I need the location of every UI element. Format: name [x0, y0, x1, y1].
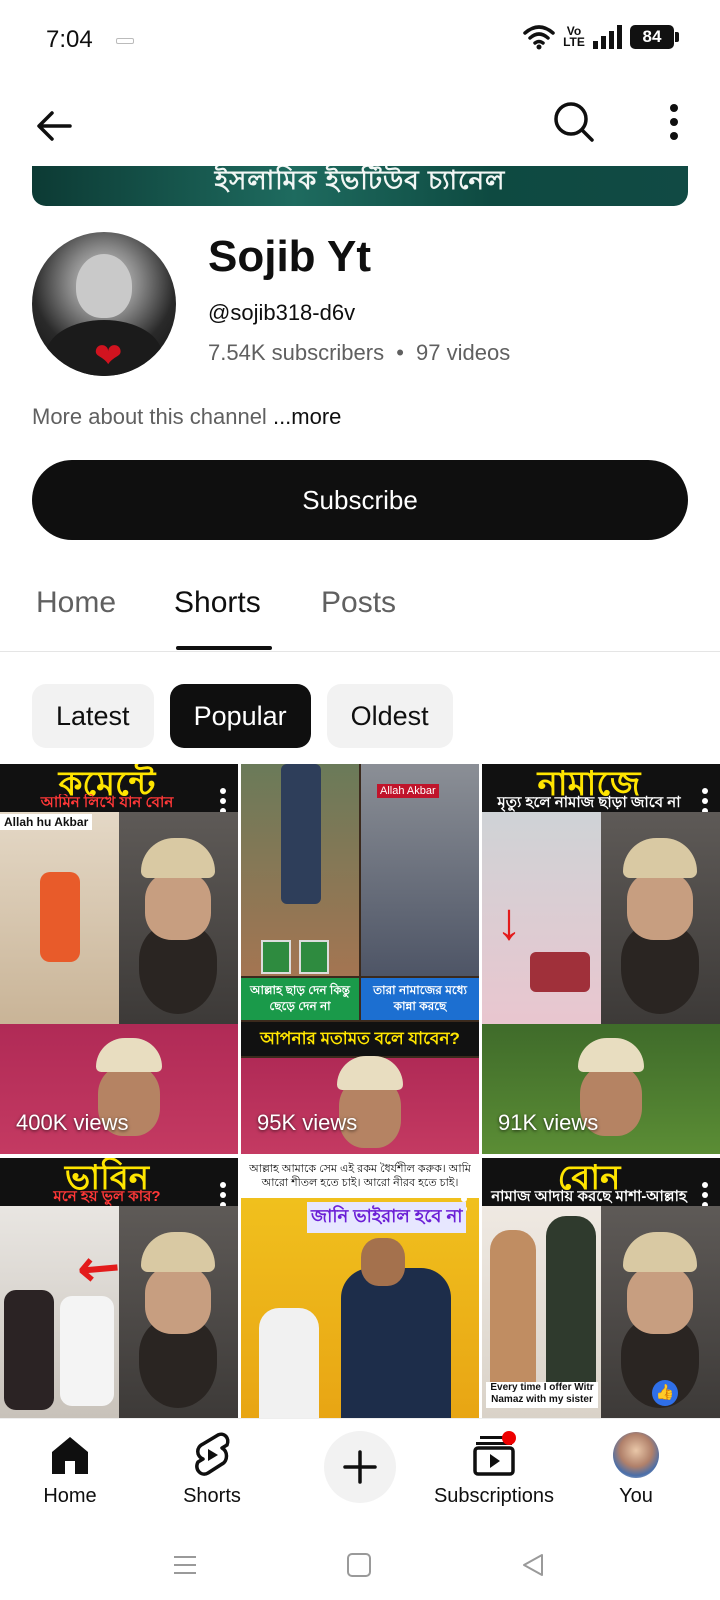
shorts-grid: কমেন্টে আমিন লিখে যান বোন Allah hu Akbar…	[0, 764, 720, 1418]
nav-shorts-label: Shorts	[183, 1485, 241, 1507]
short-subline: জানি ভাইরাল হবে না	[307, 1201, 467, 1233]
short-caption: Allah hu Akbar	[0, 814, 93, 830]
short-tile[interactable]: বোন নামাজ আদায় করছে মাশা-আল্লাহ Every t…	[482, 1157, 720, 1418]
nav-home[interactable]: Home	[0, 1427, 140, 1508]
video-count: 97 videos	[416, 340, 511, 365]
short-tile[interactable]: আল্লাহ আমাকে সেম এই রকম ধৈর্যশীল করুক। আ…	[241, 1157, 479, 1418]
short-tile[interactable]: Allah Akbar আল্লাহ ছাড় দেন কিন্তু ছেড়ে…	[241, 764, 479, 1154]
nav-you-label: You	[619, 1485, 653, 1507]
channel-banner[interactable]: ইসলামিক ইভটিউব চ্যানেল	[32, 166, 688, 206]
chip-latest[interactable]: Latest	[32, 684, 154, 748]
active-tab-indicator	[176, 646, 272, 650]
nav-home-label: Home	[43, 1485, 97, 1507]
chip-popular[interactable]: Popular	[169, 684, 311, 748]
more-about-channel[interactable]: More about this channel ...more	[32, 404, 341, 430]
short-band-left: আল্লাহ ছাড় দেন কিন্তু ছেড়ে দেন না	[241, 978, 359, 1020]
short-views: 91K views	[498, 1110, 599, 1135]
channel-name: Sojib Yt	[208, 232, 371, 281]
nav-subscriptions[interactable]: Subscriptions	[424, 1427, 564, 1508]
back-button[interactable]	[30, 102, 78, 150]
nav-you[interactable]: You	[566, 1427, 706, 1508]
profile-avatar-icon	[613, 1432, 659, 1478]
more-link[interactable]: ...more	[273, 404, 341, 429]
short-views: 400K views	[16, 1110, 129, 1135]
short-subline: আমিন লিখে যান বোন	[40, 794, 174, 811]
channel-handle: @sojib318-d6v	[208, 300, 356, 325]
red-arrow-icon: ↓	[496, 893, 522, 951]
short-tile[interactable]: ভাবিন মনে হয় ভুল কার? ↙	[0, 1157, 238, 1418]
status-time: 7:04	[46, 26, 93, 53]
search-button[interactable]	[550, 98, 598, 146]
battery-icon: 84	[630, 25, 679, 49]
create-button[interactable]	[324, 1431, 396, 1503]
banner-text: ইসলামিক ইভটিউব চ্যানেল	[214, 166, 506, 195]
short-band-right: তারা নামাজের মধ্যে কান্না করছে	[361, 978, 479, 1020]
tab-shorts[interactable]: Shorts	[174, 586, 261, 620]
nav-subscriptions-label: Subscriptions	[433, 1485, 555, 1507]
short-tile[interactable]: কমেন্টে আমিন লিখে যান বোন Allah hu Akbar…	[0, 764, 238, 1154]
top-app-bar	[0, 84, 720, 164]
channel-avatar[interactable]: ❤	[32, 232, 176, 376]
sort-chips: Latest Popular Oldest	[32, 684, 453, 748]
back-triangle-icon[interactable]	[520, 1552, 546, 1578]
status-notification-icon	[116, 38, 134, 44]
shorts-icon	[195, 1432, 230, 1476]
subscribe-button[interactable]: Subscribe	[32, 460, 688, 540]
short-band-mid: আপনার মতামত বলে যাবেন?	[241, 1022, 479, 1056]
channel-tabs: Home Shorts Posts	[0, 560, 720, 652]
chip-oldest[interactable]: Oldest	[326, 684, 453, 748]
recents-menu-icon[interactable]	[172, 1552, 198, 1578]
status-bar: 7:04 Vo LTE 84	[0, 0, 720, 84]
like-icon: 👍	[652, 1379, 678, 1406]
home-icon	[52, 1437, 88, 1474]
short-subline: মৃত্যু হলে নামাজ ছাড়া জাবে না	[497, 794, 681, 811]
short-tile[interactable]: নামাজে মৃত্যু হলে নামাজ ছাড়া জাবে না ↓ …	[482, 764, 720, 1154]
arrow-back-icon	[37, 111, 72, 141]
system-navigation-bar	[0, 1530, 720, 1600]
tab-posts[interactable]: Posts	[321, 586, 396, 620]
channel-stats: 7.54K subscribers • 97 videos	[208, 340, 510, 366]
search-icon	[554, 102, 594, 142]
new-content-dot	[502, 1431, 516, 1445]
status-icons: Vo LTE 84	[523, 24, 679, 50]
home-square-icon[interactable]	[346, 1552, 372, 1578]
more-options-button[interactable]	[650, 98, 698, 146]
tab-home[interactable]: Home	[36, 586, 116, 620]
volte-indicator: Vo LTE	[563, 24, 585, 49]
bottom-navigation: Home Shorts Subscriptions You	[0, 1418, 720, 1530]
signal-icon	[593, 25, 622, 49]
subscriber-count: 7.54K subscribers	[208, 340, 385, 365]
short-views: 95K views	[257, 1110, 358, 1135]
create-plus-icon	[343, 1450, 377, 1484]
broken-heart-icon: ❤	[94, 337, 123, 375]
more-about-text: More about this channel	[32, 404, 267, 429]
short-caption: Every time I offer Witr Namaz with my si…	[486, 1381, 598, 1408]
more-vertical-icon	[670, 104, 678, 140]
stats-separator: •	[396, 340, 404, 365]
nav-shorts[interactable]: Shorts	[142, 1427, 282, 1508]
short-caption: Allah Akbar	[377, 784, 439, 798]
short-subline: নামাজ আদায় করছে মাশা-আল্লাহ	[491, 1187, 687, 1205]
short-subline: মনে হয় ভুল কার?	[53, 1187, 161, 1205]
wifi-icon	[523, 25, 555, 50]
short-caption: আল্লাহ আমাকে সেম এই রকম ধৈর্যশীল করুক। আ…	[247, 1161, 473, 1190]
